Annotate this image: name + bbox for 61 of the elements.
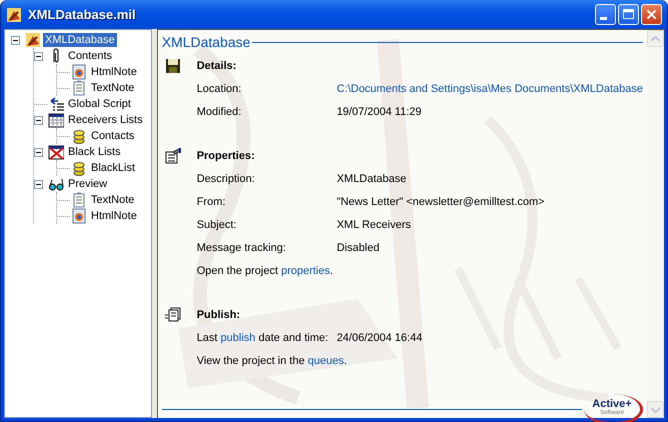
tree-item[interactable]: TextNote	[89, 81, 136, 95]
tree-item[interactable]: TextNote	[89, 193, 136, 207]
tree-item[interactable]: Contacts	[89, 129, 136, 143]
script-icon	[48, 96, 64, 112]
maximize-button[interactable]	[618, 4, 639, 25]
field-label: Location:	[196, 82, 242, 94]
app-icon	[6, 6, 22, 22]
down-caret-icon	[651, 406, 660, 412]
section-heading: Properties:	[196, 150, 255, 162]
tree-item[interactable]: BlackList	[89, 161, 138, 175]
stacked-pages-icon	[164, 307, 181, 323]
field-label: Message tracking:	[196, 242, 287, 254]
crossed-table-icon	[48, 144, 64, 160]
text-document-icon	[71, 192, 87, 208]
sentence: Open the project properties.	[196, 264, 334, 276]
browser-document-icon	[71, 64, 87, 80]
tree-item[interactable]: Preview	[66, 177, 110, 191]
field-label: From:	[196, 196, 226, 208]
field-label: Last publish date and time:	[196, 332, 330, 344]
field-value: XML Receivers	[336, 218, 411, 230]
tree-item[interactable]: Receivers Lists	[66, 113, 145, 127]
properties-icon	[164, 148, 181, 164]
text-document-icon	[71, 80, 87, 96]
sentence: View the project in the queues.	[196, 354, 347, 366]
table-icon	[48, 112, 64, 128]
field-value: XMLDatabase	[336, 172, 406, 184]
glasses-icon	[48, 176, 64, 192]
tree-item[interactable]: Contents	[66, 49, 114, 63]
tree-item[interactable]: XMLDatabase	[43, 33, 117, 47]
app-icon	[25, 32, 41, 48]
collapse-toggle[interactable]	[34, 180, 43, 188]
minimize-icon	[600, 17, 607, 20]
link[interactable]: queues	[308, 354, 344, 366]
field-label: Modified:	[196, 106, 242, 118]
collapse-toggle[interactable]	[34, 116, 43, 124]
tree-item[interactable]: Global Script	[66, 97, 133, 111]
link[interactable]: properties	[281, 264, 330, 276]
field-value: "News Letter" <newsletter@emilltest.com>	[336, 196, 545, 208]
close-button[interactable]	[641, 4, 662, 25]
field-value: 24/06/2004 16:44	[336, 332, 422, 344]
section-heading: Publish:	[196, 309, 240, 321]
window-title: XMLDatabase.mil	[28, 7, 137, 22]
project-title: XMLDatabase	[162, 34, 250, 50]
field-label: Description:	[196, 172, 256, 184]
field-value: 19/07/2004 11:29	[336, 106, 422, 118]
path-link[interactable]: C:\Documents and Settings\isa\Mes Documents\XMLDatabase	[336, 82, 643, 94]
field-label: Subject:	[196, 218, 238, 230]
tree-item[interactable]: Black Lists	[66, 145, 123, 159]
field-value: Disabled	[336, 242, 380, 254]
collapse-toggle[interactable]	[34, 148, 43, 156]
tree-item[interactable]: HtmlNote	[89, 65, 139, 79]
database-icon	[71, 160, 87, 176]
link[interactable]: publish	[220, 332, 256, 344]
minimize-button[interactable]	[595, 4, 616, 25]
browser-document-icon	[71, 208, 87, 224]
up-caret-icon	[651, 36, 660, 42]
collapse-toggle[interactable]	[11, 36, 20, 44]
database-icon	[71, 128, 87, 144]
section-heading: Details:	[196, 60, 236, 72]
collapse-toggle[interactable]	[34, 52, 43, 60]
tree-item[interactable]: HtmlNote	[89, 209, 139, 223]
